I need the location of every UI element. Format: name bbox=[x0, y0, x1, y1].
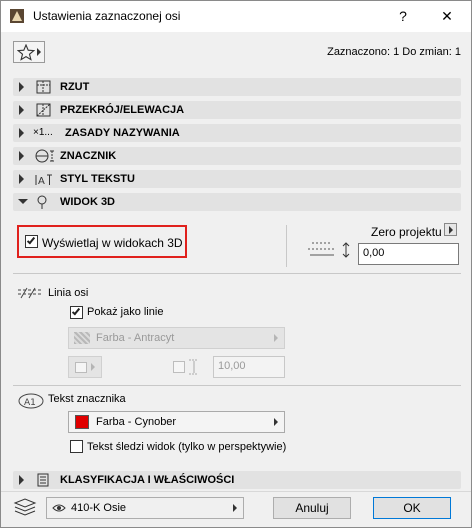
show-in-3d-checkbox[interactable] bbox=[25, 235, 38, 248]
section-label: RZUT bbox=[60, 81, 90, 93]
marker-text-pen-dropdown[interactable]: Farba - Cynober bbox=[68, 411, 285, 433]
line-value-input[interactable]: 10,00 bbox=[213, 356, 285, 378]
project-zero-label: Zero projektu bbox=[371, 225, 442, 239]
section-label: PRZEKRÓJ/ELEWACJA bbox=[60, 104, 185, 116]
section-label: KLASYFIKACJA I WŁAŚCIWOŚCI bbox=[60, 474, 235, 486]
section-label: WIDOK 3D bbox=[60, 196, 115, 208]
text-follows-view-label: Tekst śledzi widok (tylko w perspektywie… bbox=[87, 441, 287, 453]
help-button[interactable]: ? bbox=[380, 1, 426, 32]
checkmark-icon bbox=[71, 306, 81, 316]
text-style-icon: A bbox=[35, 174, 52, 187]
chevron-right-icon bbox=[37, 48, 41, 56]
chevron-right-icon bbox=[19, 174, 24, 184]
marker-text-icon: A1 bbox=[18, 393, 44, 409]
separator bbox=[13, 273, 461, 274]
chevron-right-icon bbox=[274, 418, 278, 426]
layer-label: 410-K Osie bbox=[71, 502, 127, 514]
cancel-button[interactable]: Anuluj bbox=[273, 497, 351, 519]
vertical-divider bbox=[286, 225, 287, 267]
axis-line-title: Linia osi bbox=[48, 287, 89, 299]
section-widok-3d[interactable]: WIDOK 3D bbox=[13, 193, 461, 211]
text-follows-view-checkbox[interactable] bbox=[70, 440, 83, 453]
section-label: ZASADY NAZYWANIA bbox=[65, 127, 180, 139]
floor-plan-icon bbox=[36, 80, 51, 94]
show-as-lines-label: Pokaż jako linie bbox=[87, 306, 164, 318]
chevron-right-icon bbox=[449, 226, 453, 234]
window-title: Ustawienia zaznaczonej osi bbox=[33, 9, 181, 23]
section-zasady[interactable]: ×1... ZASADY NAZYWANIA bbox=[13, 124, 461, 142]
chevron-right-icon bbox=[19, 151, 24, 161]
pattern-swatch-icon bbox=[74, 332, 90, 344]
section-znacznik[interactable]: ZNACZNIK bbox=[13, 147, 461, 165]
line-type-swatch-icon bbox=[75, 362, 87, 373]
section-klasyfikacja[interactable]: KLASYFIKACJA I WŁAŚCIWOŚCI bbox=[13, 471, 461, 489]
project-zero-input[interactable]: 0,00 bbox=[358, 243, 459, 265]
marker-text-pen-label: Farba - Cynober bbox=[96, 416, 177, 428]
line-type-dropdown[interactable] bbox=[68, 356, 102, 378]
chevron-right-icon bbox=[19, 128, 24, 138]
chevron-right-icon bbox=[19, 475, 24, 485]
archicad-app-icon bbox=[10, 9, 24, 23]
dialog-window: Ustawienia zaznaczonej osi ? ✕ Zaznaczon… bbox=[0, 0, 472, 528]
close-button[interactable]: ✕ bbox=[424, 1, 470, 32]
show-as-lines-checkbox[interactable] bbox=[70, 306, 83, 319]
layers-icon bbox=[13, 498, 37, 516]
show-in-3d-label: Wyświetlaj w widokach 3D bbox=[42, 236, 183, 250]
chevron-right-icon bbox=[233, 504, 237, 512]
naming-rules-icon: ×1... bbox=[33, 127, 53, 138]
checkmark-icon bbox=[26, 235, 36, 245]
chevron-down-icon bbox=[18, 199, 28, 204]
eye-icon bbox=[52, 504, 66, 512]
dimension-height-icon bbox=[189, 359, 197, 375]
chevron-right-icon bbox=[19, 105, 24, 115]
chevron-right-icon bbox=[91, 363, 95, 371]
project-zero-menu-button[interactable] bbox=[444, 223, 457, 236]
section-elevation-icon bbox=[36, 103, 51, 117]
axis-line-icon bbox=[18, 287, 41, 299]
section-przekroj[interactable]: PRZEKRÓJ/ELEWACJA bbox=[13, 101, 461, 119]
star-icon bbox=[17, 44, 35, 61]
title-bar: Ustawienia zaznaczonej osi ? ✕ bbox=[1, 1, 471, 32]
ok-button[interactable]: OK bbox=[373, 497, 451, 519]
line-option-checkbox[interactable] bbox=[173, 361, 185, 373]
classification-icon bbox=[37, 473, 49, 487]
layer-dropdown[interactable]: 410-K Osie bbox=[46, 497, 244, 519]
marker-icon bbox=[35, 149, 54, 163]
3d-view-pin-icon bbox=[37, 195, 47, 209]
chevron-right-icon bbox=[274, 334, 278, 342]
color-swatch-icon bbox=[75, 415, 89, 429]
chevron-right-icon bbox=[19, 82, 24, 92]
separator bbox=[13, 385, 461, 386]
section-styl-tekstu[interactable]: A STYL TEKSTU bbox=[13, 170, 461, 188]
favorites-button[interactable] bbox=[13, 41, 45, 63]
svg-text:A: A bbox=[38, 176, 45, 187]
section-label: ZNACZNIK bbox=[60, 150, 117, 162]
section-rzut[interactable]: RZUT bbox=[13, 78, 461, 96]
marker-text-title: Tekst znacznika bbox=[48, 393, 126, 405]
separator bbox=[1, 491, 471, 492]
axis-line-pen-label: Farba - Antracyt bbox=[96, 332, 175, 344]
svg-text:A1: A1 bbox=[24, 398, 36, 408]
elevation-offset-icon bbox=[308, 242, 350, 258]
axis-line-pen-dropdown[interactable]: Farba - Antracyt bbox=[68, 327, 285, 349]
selection-status: Zaznaczono: 1 Do zmian: 1 bbox=[327, 46, 461, 58]
section-label: STYL TEKSTU bbox=[60, 173, 135, 185]
